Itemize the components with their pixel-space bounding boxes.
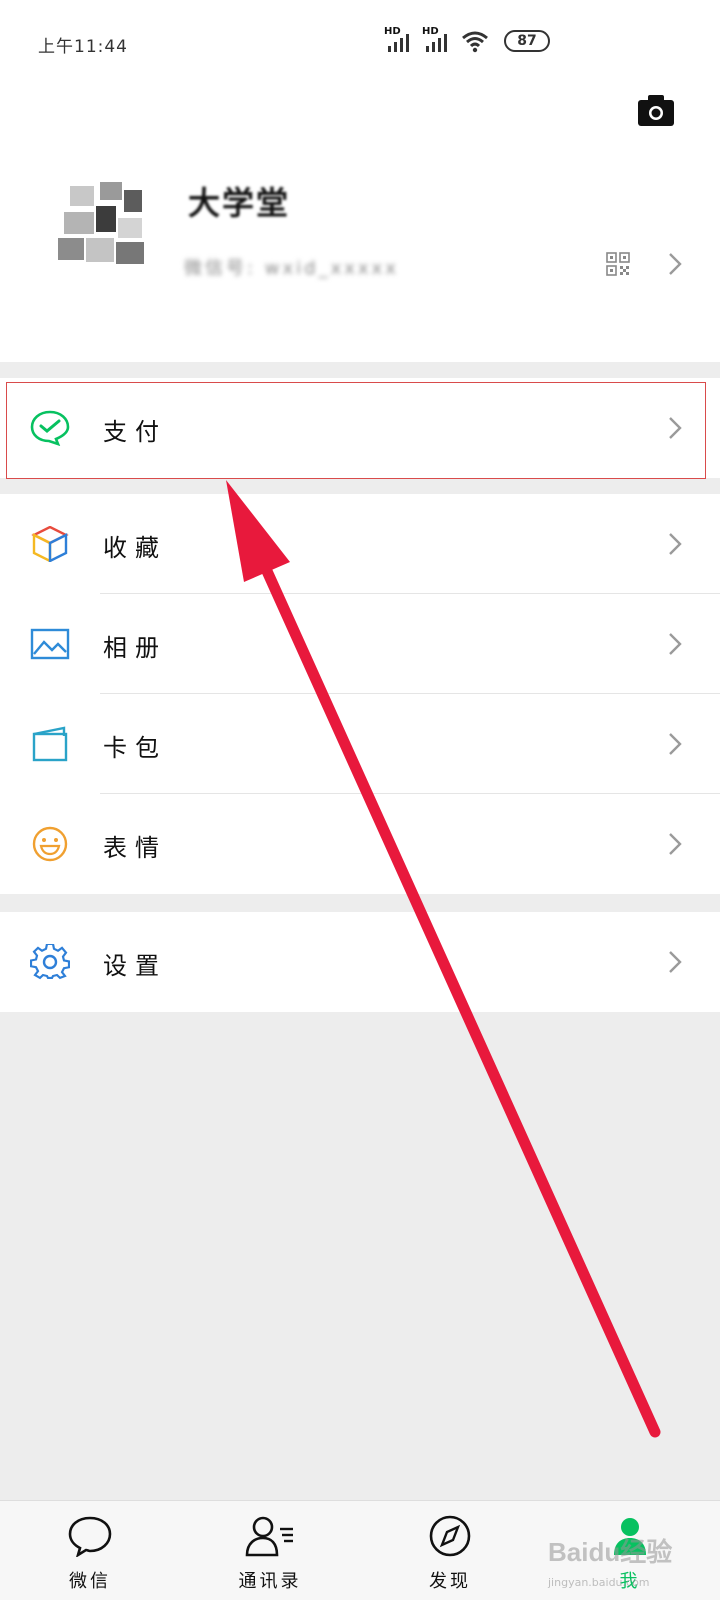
profile-header[interactable]: 大学堂 微信号: wxid_xxxxx: [0, 86, 720, 362]
menu-item-cards[interactable]: 卡包: [0, 694, 720, 794]
watermark-text: Baidu经验: [548, 1537, 673, 1567]
menu-label-settings: 设置: [103, 952, 167, 980]
status-icons: HD HD 87: [384, 26, 550, 54]
chevron-right-icon: [669, 633, 682, 655]
favorites-cube-icon: [31, 526, 69, 562]
card-wallet-icon: [32, 726, 68, 762]
menu-label-cards: 卡包: [103, 734, 167, 762]
tab-discover[interactable]: 发现: [360, 1501, 540, 1600]
chevron-right-icon: [669, 951, 682, 973]
watermark-url: jingyan.baidu.com: [548, 1576, 650, 1589]
contacts-icon: [245, 1516, 293, 1557]
pay-icon: [30, 410, 70, 446]
album-image-icon: [30, 628, 70, 660]
pay-group: 支付: [0, 378, 720, 478]
profile-wechat-id: 微信号: wxid_xxxxx: [184, 258, 399, 279]
chat-bubble-icon: [68, 1516, 112, 1557]
tab-label-discover: 发现: [429, 1571, 471, 1592]
compass-icon: [429, 1515, 471, 1557]
gear-icon: [30, 944, 70, 980]
wifi-icon: [462, 31, 488, 53]
signal-icon: HD: [422, 26, 450, 54]
tab-contacts[interactable]: 通讯录: [180, 1501, 360, 1600]
chevron-right-icon: [669, 253, 682, 275]
tab-label-contacts: 通讯录: [238, 1571, 302, 1592]
qr-code-icon[interactable]: [606, 252, 630, 276]
menu-label-album: 相册: [103, 634, 167, 662]
menu-label-pay: 支付: [103, 418, 167, 446]
menu-item-favorites[interactable]: 收藏: [0, 494, 720, 594]
settings-group: 设置: [0, 912, 720, 1012]
avatar[interactable]: [50, 176, 154, 276]
menu-label-stickers: 表情: [103, 834, 167, 862]
baidu-watermark: Baidu经验 jingyan.baidu.com: [548, 1520, 718, 1600]
menu-item-stickers[interactable]: 表情: [0, 794, 720, 894]
camera-icon[interactable]: [636, 92, 676, 128]
menu-item-album[interactable]: 相册: [0, 594, 720, 694]
profile-nickname: 大学堂: [188, 184, 291, 222]
tab-label-chats: 微信: [69, 1571, 111, 1592]
menu-label-favorites: 收藏: [103, 534, 167, 562]
menu-item-pay[interactable]: 支付: [0, 378, 720, 478]
main-menu-group: 收藏 相册 卡包 表情: [0, 494, 720, 894]
status-bar: 上午11:44 HD HD 87: [0, 0, 720, 86]
chevron-right-icon: [669, 833, 682, 855]
menu-item-settings[interactable]: 设置: [0, 912, 720, 1012]
chevron-right-icon: [669, 417, 682, 439]
signal-icon: HD: [384, 26, 412, 54]
battery-indicator: 87: [504, 30, 550, 52]
smiley-icon: [32, 826, 68, 862]
chevron-right-icon: [669, 733, 682, 755]
chevron-right-icon: [669, 533, 682, 555]
status-time: 上午11:44: [38, 37, 128, 57]
tab-chats[interactable]: 微信: [0, 1501, 180, 1600]
